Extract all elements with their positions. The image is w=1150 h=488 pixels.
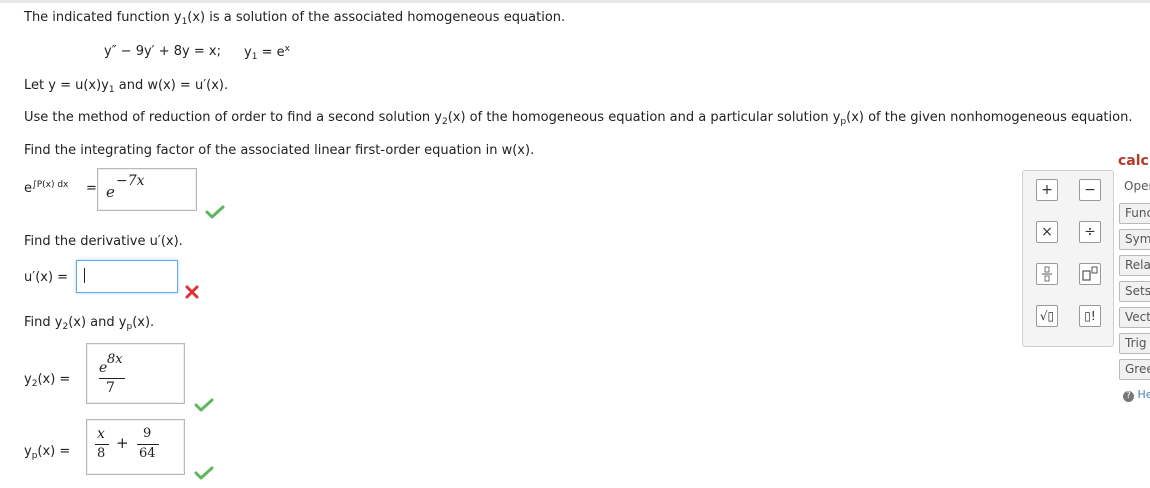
- help-icon: ?: [1123, 391, 1134, 402]
- solutions-prompt: Find y2(x) and yp(x).: [24, 315, 155, 332]
- answer-base: e: [106, 183, 115, 201]
- sqrt-button[interactable]: √▯: [1036, 305, 1058, 327]
- y2-num-exp: 8x: [107, 352, 123, 367]
- substitution-line: Let y = u(x)y1 and w(x) = u′(x).: [24, 78, 229, 95]
- integrating-factor-answer[interactable]: e −7x: [97, 168, 197, 211]
- correct-check-icon: [194, 466, 214, 480]
- yp-plus: +: [116, 434, 129, 452]
- calc-category-sets[interactable]: Sets: [1119, 281, 1150, 302]
- y2-denominator: 7: [106, 380, 115, 396]
- top-divider: [0, 0, 1150, 3]
- integrating-factor-label: e∫P(x) dx: [24, 180, 69, 196]
- calc-category-greek[interactable]: Greek: [1119, 359, 1150, 380]
- calc-category-functions[interactable]: Functions: [1119, 203, 1150, 224]
- method-instructions: Use the method of reduction of order to …: [24, 110, 1133, 127]
- correct-check-icon: [194, 398, 214, 412]
- yp-term1-bar: [95, 444, 109, 445]
- y2-answer[interactable]: e 8x 7: [86, 343, 185, 404]
- times-button[interactable]: ×: [1036, 221, 1058, 243]
- calc-category-vectors[interactable]: Vectors: [1119, 307, 1150, 328]
- minus-button[interactable]: −: [1079, 179, 1101, 201]
- calc-category-trig[interactable]: Trig: [1119, 333, 1150, 354]
- divide-button[interactable]: ÷: [1079, 221, 1101, 243]
- y2-fraction-bar: [99, 378, 125, 379]
- correct-check-icon: [205, 205, 225, 219]
- power-icon: [1082, 266, 1098, 281]
- incorrect-cross-icon: [185, 285, 199, 299]
- derivative-input[interactable]: [76, 260, 178, 293]
- y2-label: y2(x) =: [24, 372, 71, 389]
- yp-term2-numerator: 9: [143, 426, 152, 441]
- help-label: Help: [1137, 388, 1150, 401]
- factorial-button[interactable]: ▯!: [1079, 305, 1101, 327]
- fraction-icon: [1042, 266, 1052, 282]
- text-caret: [84, 268, 85, 283]
- yp-answer[interactable]: x 8 + 9 64: [86, 419, 185, 475]
- power-button[interactable]: [1079, 263, 1101, 285]
- derivative-prompt: Find the derivative u′(x).: [24, 234, 183, 249]
- integrating-factor-prompt: Find the integrating factor of the assoc…: [24, 143, 535, 158]
- yp-term1-denominator: 8: [97, 446, 106, 461]
- math-palette: + − × ÷ √▯ ▯!: [1022, 170, 1114, 347]
- answer-exponent: −7x: [116, 173, 145, 189]
- calc-category-operations[interactable]: Operations: [1119, 177, 1150, 196]
- differential-equation: y″ − 9y′ + 8y = x;: [104, 44, 221, 59]
- yp-term1-numerator: x: [97, 426, 105, 442]
- equals-sign: =: [86, 181, 97, 196]
- yp-term2-bar: [137, 444, 159, 445]
- calc-category-relations[interactable]: Relations: [1119, 255, 1150, 276]
- calc-help-link[interactable]: ? Help: [1123, 388, 1150, 402]
- derivative-label: u′(x) =: [24, 270, 69, 285]
- intro-line: The indicated function y1(x) is a soluti…: [24, 10, 566, 27]
- y1-definition: y1 = ex: [244, 44, 290, 62]
- calc-category-symbols[interactable]: Symbols: [1119, 229, 1150, 250]
- yp-term2-denominator: 64: [139, 446, 156, 461]
- fraction-button[interactable]: [1036, 263, 1058, 285]
- yp-label: yp(x) =: [24, 444, 71, 461]
- calc-title: calc: [1118, 153, 1149, 169]
- plus-button[interactable]: +: [1036, 179, 1058, 201]
